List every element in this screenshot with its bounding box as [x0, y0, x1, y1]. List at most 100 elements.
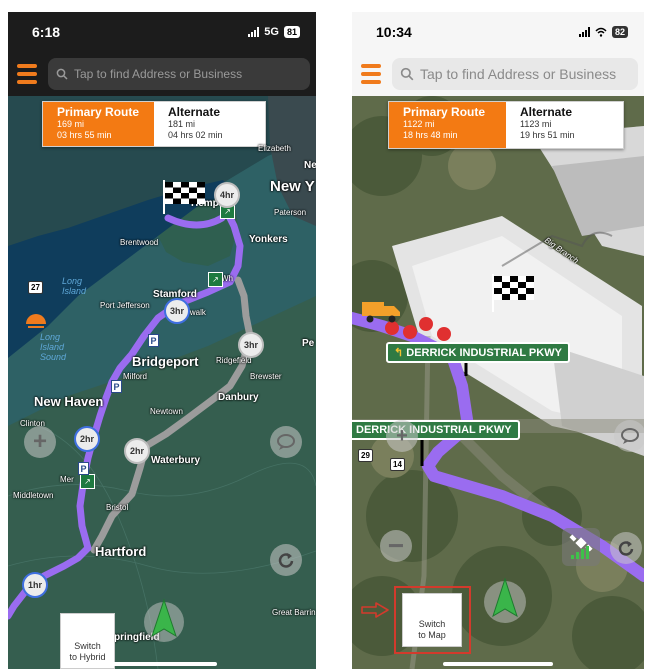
map-view[interactable]: Primary Route 1122 mi 18 hrs 48 min Alte… [352, 96, 644, 669]
primary-route-option[interactable]: Primary Route 1122 mi 18 hrs 48 min [389, 102, 506, 148]
weigh-station-icon[interactable]: ↗ [208, 272, 223, 287]
map-label-new-haven: New Haven [34, 394, 104, 409]
map-label-yonkers: Yonkers [249, 234, 288, 245]
map-label-port-jefferson: Port Jefferson [100, 301, 150, 310]
recenter-icon [278, 553, 294, 568]
street-sign-label: DERRICK INDUSTRIAL PKWY [356, 424, 512, 436]
search-bar [8, 52, 316, 96]
search-icon [400, 67, 414, 81]
compass-arrow-icon[interactable] [482, 572, 528, 628]
network-label: 5G [264, 26, 279, 38]
destination-flag-icon[interactable] [490, 272, 540, 312]
weather-alert-icon[interactable] [22, 306, 50, 330]
zoom-in-button[interactable]: + [24, 426, 56, 458]
menu-button[interactable] [358, 61, 384, 87]
chat-bubble-icon [277, 434, 295, 450]
search-input[interactable] [74, 67, 302, 81]
map-label-paterson: Paterson [274, 208, 307, 217]
parking-icon[interactable]: P [111, 380, 122, 393]
status-icons: 5G 81 [248, 26, 300, 38]
switch-to-map-button[interactable]: Switch to Map [402, 593, 462, 647]
primary-route-option[interactable]: Primary Route 169 mi 03 hrs 55 min [43, 102, 154, 146]
battery-icon: 82 [611, 26, 628, 38]
status-time: 6:18 [32, 24, 61, 40]
search-icon [56, 68, 68, 80]
weigh-station-icon[interactable]: ↗ [80, 474, 95, 489]
map-label-middletown: Middletown [13, 491, 54, 500]
chat-bubble-button[interactable] [614, 420, 644, 452]
alternate-route-time: 04 hrs 02 min [168, 130, 223, 140]
alternate-route-option[interactable]: Alternate 1123 mi 19 hrs 51 min [506, 102, 623, 148]
map-label-bristol: Bristol [106, 503, 129, 512]
primary-route-distance: 169 mi [57, 119, 85, 129]
turn-arrow-icon: ↰ [394, 347, 407, 359]
alternate-route-title: Alternate [168, 105, 221, 119]
map-label-long-island: Long Island [62, 276, 87, 296]
destination-flag-icon[interactable] [161, 178, 207, 214]
highway-shield-14: 14 [390, 458, 405, 471]
alternate-route-distance: 1123 mi [520, 119, 552, 129]
zoom-out-button[interactable]: − [380, 530, 412, 562]
parking-icon[interactable]: P [148, 334, 159, 347]
search-box[interactable] [392, 58, 638, 90]
primary-route-time: 03 hrs 55 min [57, 130, 112, 140]
eta-badge-4hr: 4hr [214, 182, 240, 208]
map-label-long-island-sound: Long Island Sound [40, 332, 67, 362]
zoom-in-button[interactable]: + [386, 420, 418, 452]
wifi-icon [595, 27, 607, 37]
map-label-new-york: New Y [270, 178, 315, 195]
satellite-signal-button[interactable] [562, 528, 600, 566]
map-label-bridgeport: Bridgeport [132, 354, 199, 369]
alternate-route-title: Alternate [520, 105, 573, 119]
primary-route-title: Primary Route [57, 105, 140, 119]
map-label-waterbury: Waterbury [151, 455, 201, 466]
recenter-button[interactable] [610, 532, 642, 564]
home-indicator [443, 662, 553, 666]
alternate-route-distance: 181 mi [168, 119, 196, 129]
street-sign: ↰ DERRICK INDUSTRIAL PKWY [386, 342, 570, 363]
parking-icon[interactable]: P [78, 462, 89, 475]
truck-position-icon [362, 302, 400, 323]
primary-route-title: Primary Route [403, 105, 486, 119]
signal-icon [248, 27, 260, 37]
eta-badge-2hr: 2hr [74, 426, 100, 452]
eta-badge-3hr: 3hr [238, 332, 264, 358]
street-sign-label: DERRICK INDUSTRIAL PKWY [406, 347, 562, 359]
switch-to-hybrid-button[interactable]: Switch to Hybrid [60, 613, 115, 669]
recenter-icon [618, 541, 634, 556]
map-label-great-barrington: Great Barrin [272, 608, 316, 617]
search-bar [352, 52, 644, 96]
chat-bubble-button[interactable] [270, 426, 302, 458]
map-label-mer: Mer [60, 475, 74, 484]
highway-shield-29: 29 [358, 449, 373, 462]
status-bar: 6:18 5G 81 [8, 12, 316, 52]
eta-badge-3hr: 3hr [164, 298, 190, 324]
signal-icon [578, 27, 590, 37]
status-time: 10:34 [376, 24, 412, 40]
map-view[interactable]: Primary Route 169 mi 03 hrs 55 min Alter… [8, 96, 316, 669]
phone-screen-left: 6:18 5G 81 Tap to find Address or Busine… [8, 12, 316, 669]
phone-screen-right: 10:34 82 Tap to find Address or Business… [352, 12, 644, 669]
menu-button[interactable] [14, 61, 40, 87]
map-label-newtown: Newtown [150, 407, 183, 416]
highway-shield-27: 27 [28, 281, 43, 294]
search-input[interactable] [420, 66, 630, 82]
map-label-elizabeth: Elizabeth [258, 144, 291, 153]
recenter-button[interactable] [270, 544, 302, 576]
status-icons: 82 [578, 26, 628, 38]
route-selector: Primary Route 1122 mi 18 hrs 48 min Alte… [388, 101, 624, 149]
map-label-pe: Pe [302, 338, 315, 349]
home-indicator [107, 662, 217, 666]
map-label-brentwood: Brentwood [120, 238, 159, 247]
route-selector: Primary Route 169 mi 03 hrs 55 min Alter… [42, 101, 266, 147]
map-label-danbury: Danbury [218, 392, 259, 403]
status-bar: 10:34 82 [352, 12, 644, 52]
callout-arrow-icon [361, 602, 389, 618]
map-label-brewster: Brewster [250, 372, 282, 381]
chat-bubble-icon [621, 428, 639, 444]
compass-arrow-icon[interactable] [142, 594, 186, 648]
alternate-route-time: 19 hrs 51 min [520, 130, 575, 140]
alternate-route-option[interactable]: Alternate 181 mi 04 hrs 02 min [154, 102, 265, 146]
search-box[interactable] [48, 58, 310, 90]
eta-badge-2hr: 2hr [124, 438, 150, 464]
